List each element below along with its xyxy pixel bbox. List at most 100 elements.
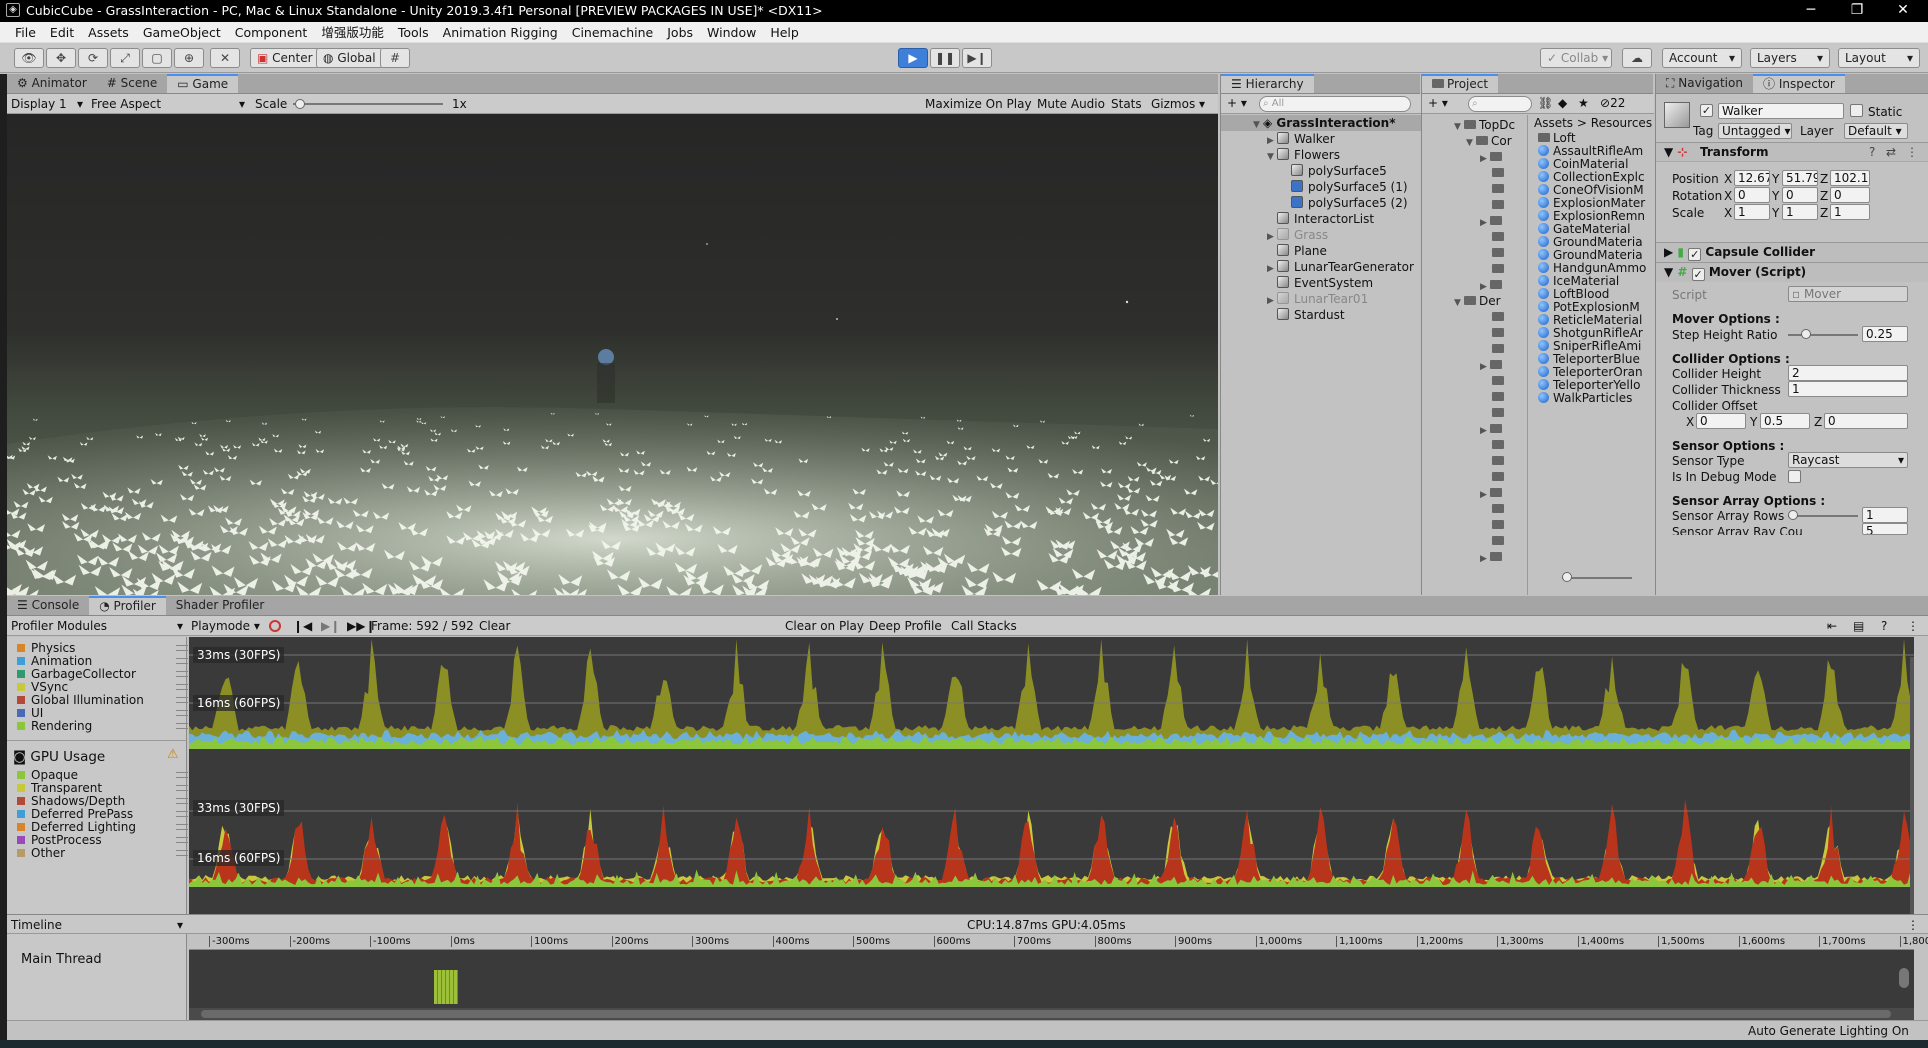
cpu-module-global-illumination[interactable]: Global Illumination xyxy=(17,693,144,707)
create-plus-button[interactable]: + ▾ xyxy=(1227,96,1247,110)
module-drag-handle[interactable] xyxy=(176,684,188,690)
stats-toggle[interactable]: Stats xyxy=(1111,97,1142,111)
custom-tool-icon[interactable]: ✕ xyxy=(210,48,240,68)
subfolder-item[interactable]: ▶ xyxy=(1480,357,1505,373)
next-frame-button[interactable]: ▶❙ xyxy=(321,619,340,633)
menu-window[interactable]: Window xyxy=(700,22,763,43)
subfolder-item[interactable] xyxy=(1492,261,1507,277)
menu-help[interactable]: Help xyxy=(763,22,806,43)
tab-scene[interactable]: # Scene xyxy=(97,74,167,93)
menu-jobs[interactable]: Jobs xyxy=(660,22,700,43)
rotation-y-field[interactable]: 0 xyxy=(1782,187,1818,203)
tab-animator[interactable]: ⚙ Animator xyxy=(7,74,97,93)
rotation-z-field[interactable]: 0 xyxy=(1830,187,1870,203)
view-tool-icon[interactable]: 👁 xyxy=(14,48,44,68)
sensor-rows-slider-thumb[interactable] xyxy=(1788,510,1798,520)
hierarchy-item-interactorlist[interactable]: InteractorList xyxy=(1277,211,1374,227)
tab-profiler[interactable]: ◔ Profiler xyxy=(89,596,166,615)
profiler-modules-dropdown[interactable]: Profiler Modules ▾ xyxy=(11,619,187,633)
gpu-module-shadows-depth[interactable]: Shadows/Depth xyxy=(17,794,125,808)
debug-mode-checkbox[interactable] xyxy=(1788,470,1801,483)
cpu-module-animation[interactable]: Animation xyxy=(17,654,92,668)
tab-console[interactable]: ☰ Console xyxy=(7,596,89,615)
subfolder-item[interactable]: ▶ xyxy=(1480,421,1505,437)
tab-navigation[interactable]: ⛶ Navigation xyxy=(1656,74,1753,93)
timeline-menu-icon[interactable]: ⋮ xyxy=(1907,918,1919,932)
hierarchy-item-flowers[interactable]: ▼ Flowers xyxy=(1267,147,1340,163)
module-drag-handle[interactable] xyxy=(176,658,188,664)
module-drag-handle[interactable] xyxy=(176,671,188,677)
main-thread-label[interactable]: Main Thread xyxy=(21,952,102,967)
game-viewport[interactable] xyxy=(7,114,1218,595)
scale-slider-thumb[interactable] xyxy=(295,99,305,109)
menu-enhanced[interactable]: 增强版功能 xyxy=(314,22,391,43)
collab-button[interactable]: ✓ Collab ▾ xyxy=(1540,48,1612,68)
transform-tool-icon[interactable]: ⊕ xyxy=(174,48,204,68)
cpu-module-rendering[interactable]: Rendering xyxy=(17,719,92,733)
sensor-raycount-field[interactable]: 5 xyxy=(1862,523,1908,535)
module-drag-handle[interactable] xyxy=(176,798,188,804)
menu-edit[interactable]: Edit xyxy=(43,22,81,43)
view-mode-dropdown[interactable]: Timeline ▾ xyxy=(11,918,187,932)
frame-sample-block[interactable] xyxy=(434,970,458,1004)
active-checkbox[interactable]: ✓ xyxy=(1700,104,1713,117)
first-frame-button[interactable]: ❙◀ xyxy=(293,619,312,633)
clear-button[interactable]: Clear xyxy=(479,619,510,633)
tab-shader-profiler[interactable]: Shader Profiler xyxy=(166,596,275,615)
subfolder-item[interactable] xyxy=(1492,181,1507,197)
subfolder-item[interactable]: ▶ xyxy=(1480,485,1505,501)
subfolder-item[interactable] xyxy=(1492,197,1507,213)
hierarchy-item-polysurface5[interactable]: polySurface5 xyxy=(1291,163,1387,179)
module-drag-handle[interactable] xyxy=(176,710,188,716)
timeline-view[interactable] xyxy=(189,950,1914,1008)
menu-tools[interactable]: Tools xyxy=(391,22,436,43)
profiler-menu-icon[interactable]: ⋮ xyxy=(1907,619,1919,633)
maximize-on-play-toggle[interactable]: Maximize On Play xyxy=(925,97,1032,111)
subfolder-item[interactable] xyxy=(1492,453,1507,469)
sensor-rows-field[interactable]: 1 xyxy=(1862,507,1908,523)
module-drag-handle[interactable] xyxy=(176,824,188,830)
subfolder-item[interactable] xyxy=(1492,165,1507,181)
filter-type-icon[interactable]: ⛓ xyxy=(1538,96,1553,110)
playmode-dropdown[interactable]: Playmode ▾ xyxy=(191,619,260,633)
timeline-hscroll-thumb[interactable] xyxy=(201,1010,1891,1018)
cloud-icon[interactable]: ☁ xyxy=(1622,48,1652,68)
gpu-module-other[interactable]: Other xyxy=(17,846,65,860)
cpu-module-ui[interactable]: UI xyxy=(17,706,43,720)
hierarchy-item-grass[interactable]: ▶ Grass xyxy=(1267,227,1328,243)
gpu-usage-title[interactable]: ◙ GPU Usage xyxy=(13,749,105,765)
subfolder-item[interactable] xyxy=(1492,469,1507,485)
subfolder-item[interactable] xyxy=(1492,405,1507,421)
gpu-usage-chart[interactable] xyxy=(189,761,1914,887)
scale-x-field[interactable]: 1 xyxy=(1734,204,1770,220)
hierarchy-item-lunartear-generator[interactable]: ▶ LunarTearGenerator xyxy=(1267,259,1414,275)
profiler-help-icon[interactable]: ? xyxy=(1881,619,1887,633)
icon-size-slider-thumb[interactable] xyxy=(1562,572,1572,582)
cpu-module-vsync[interactable]: VSync xyxy=(17,680,68,694)
subfolder-item[interactable] xyxy=(1492,373,1507,389)
component-help-icon[interactable]: ? xyxy=(1869,145,1875,159)
position-z-field[interactable]: 102.13 xyxy=(1830,170,1870,186)
gizmos-dropdown[interactable]: Gizmos ▾ xyxy=(1151,97,1205,111)
favorite-icon[interactable]: ★ xyxy=(1578,96,1589,110)
minimize-button[interactable]: ─ xyxy=(1788,0,1834,22)
subfolder-item[interactable] xyxy=(1492,309,1507,325)
pivot-center-button[interactable]: ▣ Center xyxy=(250,48,320,68)
chart-scrollbar[interactable] xyxy=(1910,657,1914,947)
play-button[interactable]: ▶ xyxy=(898,48,928,68)
hierarchy-item-polysurface5-2[interactable]: polySurface5 (2) xyxy=(1291,195,1408,211)
move-tool-icon[interactable]: ✥ xyxy=(46,48,76,68)
auto-lighting-status[interactable]: Auto Generate Lighting On xyxy=(1748,1024,1909,1038)
layers-dropdown[interactable]: Layers ▾ xyxy=(1750,48,1830,68)
scale-slider[interactable] xyxy=(293,103,443,105)
step-height-slider-thumb[interactable] xyxy=(1800,329,1811,339)
gpu-module-postprocess[interactable]: PostProcess xyxy=(17,833,102,847)
account-dropdown[interactable]: Account ▾ xyxy=(1662,48,1742,68)
tab-inspector[interactable]: ⓘ Inspector xyxy=(1752,74,1845,93)
menu-cinemachine[interactable]: Cinemachine xyxy=(565,22,661,43)
subfolder-item[interactable] xyxy=(1492,245,1507,261)
subfolder-item[interactable]: ▶ xyxy=(1480,149,1505,165)
layout-dropdown[interactable]: Layout ▾ xyxy=(1838,48,1920,68)
subfolder-item[interactable] xyxy=(1492,517,1507,533)
hierarchy-item-lunartear01[interactable]: ▶ LunarTear01 xyxy=(1267,291,1368,307)
